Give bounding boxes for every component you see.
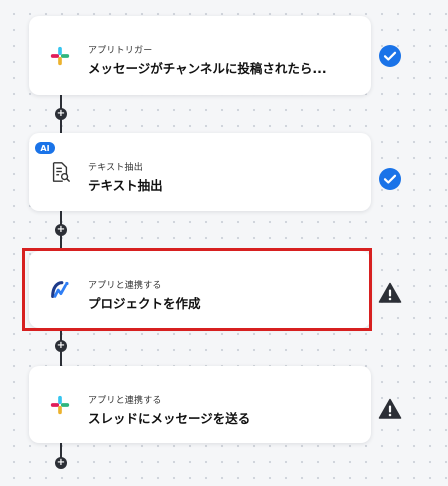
ai-badge: AI	[35, 142, 55, 154]
add-step-button[interactable]: +	[55, 340, 67, 352]
slack-icon	[49, 394, 71, 416]
add-step-button[interactable]: +	[55, 108, 67, 120]
step-title: プロジェクトを作成	[88, 296, 201, 311]
step-title: スレッドにメッセージを送る	[88, 411, 251, 426]
app-logo-icon	[49, 279, 71, 301]
step-subtitle: テキスト抽出	[88, 163, 143, 173]
add-step-button[interactable]: +	[55, 457, 67, 469]
step-title: メッセージがチャンネルに投稿されたら...	[88, 61, 327, 76]
warning-icon	[378, 281, 402, 305]
slack-icon	[49, 45, 71, 67]
check-circle-icon	[378, 167, 402, 191]
flow-step-card[interactable]: AI テキスト抽出 テキスト抽出	[29, 133, 371, 211]
check-circle-icon	[378, 44, 402, 68]
step-subtitle: アプリトリガー	[88, 46, 153, 56]
step-subtitle: アプリと連携する	[88, 396, 162, 406]
flow-step-card[interactable]: アプリと連携する プロジェクトを作成	[29, 251, 371, 328]
add-step-button[interactable]: +	[55, 224, 67, 236]
step-title: テキスト抽出	[88, 178, 163, 193]
warning-icon	[378, 397, 402, 421]
step-subtitle: アプリと連携する	[88, 281, 162, 291]
flow-step-card[interactable]: アプリと連携する スレッドにメッセージを送る	[29, 366, 371, 443]
document-search-icon	[49, 161, 71, 183]
flow-step-card[interactable]: アプリトリガー メッセージがチャンネルに投稿されたら...	[29, 16, 371, 95]
